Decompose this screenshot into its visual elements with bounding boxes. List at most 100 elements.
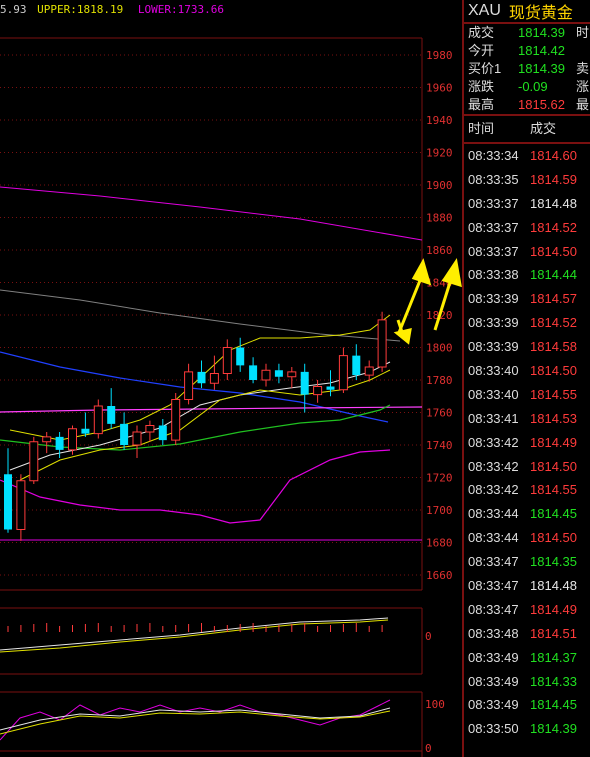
candle <box>4 448 12 533</box>
candle-body <box>236 347 245 366</box>
candle-body <box>29 441 39 482</box>
tick-row[interactable]: 08:33:44 1814.50 <box>464 526 590 550</box>
quote-label: 今开 <box>468 43 495 58</box>
candle <box>107 388 116 429</box>
candle-body <box>132 431 142 446</box>
tick-row[interactable]: 08:33:37 1814.50 <box>464 240 590 264</box>
tick-row[interactable]: 08:33:47 1814.48 <box>464 574 590 598</box>
tick-row[interactable]: 08:33:41 1814.53 <box>464 407 590 431</box>
tick-time: 08:33:47 <box>468 601 519 617</box>
candles-group <box>4 311 387 541</box>
tick-row[interactable]: 08:33:39 1814.57 <box>464 287 590 311</box>
candle <box>287 367 297 389</box>
candle <box>120 412 129 450</box>
tick-price: 1814.50 <box>530 243 577 259</box>
kdj-d-line <box>0 710 391 735</box>
kline-chart-area[interactable]: 5.93 UPPER:1818.19 LOWER:1733.66 1980 196… <box>0 0 462 757</box>
quote-value: 1815.62 <box>518 97 565 112</box>
tick-row[interactable]: 08:33:38 1814.44 <box>464 263 590 287</box>
tick-price: 1814.52 <box>530 219 577 235</box>
tick-header-price: 成交 <box>530 121 557 136</box>
candle-body <box>222 347 232 374</box>
price-axis-label: 1940 <box>426 114 453 127</box>
tick-row[interactable]: 08:33:48 1814.51 <box>464 622 590 646</box>
candle <box>236 337 245 372</box>
tick-price: 1814.33 <box>530 673 577 689</box>
price-axis-label: 1860 <box>426 244 453 257</box>
tick-row[interactable]: 08:33:49 1814.45 <box>464 693 590 717</box>
quote-label: 买价1 <box>468 61 502 76</box>
tick-row[interactable]: 08:33:34 1814.60 <box>464 144 590 168</box>
quote-label: 最高 <box>468 97 495 112</box>
tick-row[interactable]: 08:33:44 1814.45 <box>464 502 590 526</box>
tick-row[interactable]: 08:33:39 1814.58 <box>464 335 590 359</box>
tick-row[interactable]: 08:33:40 1814.50 <box>464 359 590 383</box>
tick-price: 1814.59 <box>530 171 577 187</box>
tick-row[interactable]: 08:33:49 1814.33 <box>464 670 590 694</box>
symbol-name: 现货黄金 <box>508 5 573 22</box>
candle-body <box>16 480 26 530</box>
tick-row[interactable]: 08:33:47 1814.49 <box>464 598 590 622</box>
tick-row[interactable]: 08:33:49 1814.37 <box>464 646 590 670</box>
price-axis-label: 1720 <box>426 472 453 485</box>
tick-row[interactable]: 08:33:50 1814.39 <box>464 717 590 741</box>
candle <box>158 419 167 445</box>
candle-body <box>300 371 309 395</box>
price-axis-label: 1700 <box>426 504 453 517</box>
tick-row[interactable]: 08:33:37 1814.48 <box>464 192 590 216</box>
candle <box>132 425 142 458</box>
symbol-code: XAU <box>468 2 501 19</box>
candle-body <box>377 319 387 368</box>
tick-time: 08:33:39 <box>468 315 519 331</box>
tick-time: 08:33:37 <box>468 219 519 235</box>
price-gridlines <box>0 54 422 576</box>
tick-list[interactable]: 08:33:34 1814.60 08:33:35 1814.59 08:33:37 18… <box>464 144 590 741</box>
tick-row[interactable]: 08:33:47 1814.35 <box>464 550 590 574</box>
tick-time: 08:33:49 <box>468 697 519 713</box>
tick-price: 1814.48 <box>530 578 577 594</box>
tick-price: 1814.49 <box>530 434 577 450</box>
candle <box>184 363 194 405</box>
tick-row[interactable]: 08:33:35 1814.59 <box>464 168 590 192</box>
quote-row: 买价1 1814.39 卖 <box>464 60 590 78</box>
tick-table-header: 时间 成交 <box>464 116 590 142</box>
macd-dea-line <box>0 619 389 653</box>
tick-row[interactable]: 08:33:42 1814.49 <box>464 431 590 455</box>
quote-extra-label: 卖 <box>576 61 590 76</box>
tick-row[interactable]: 08:33:40 1814.55 <box>464 383 590 407</box>
tick-price: 1814.48 <box>530 195 577 211</box>
candle-body <box>158 425 167 441</box>
tick-time: 08:33:38 <box>468 267 519 283</box>
tick-time: 08:33:42 <box>468 482 519 498</box>
quote-value: -0.09 <box>518 79 548 94</box>
quote-value: 1814.42 <box>518 43 565 58</box>
quote-value: 1814.39 <box>518 61 565 76</box>
price-axis-label: 1900 <box>426 179 453 192</box>
quote-summary: 成交 1814.39 时今开 1814.42 买价1 1814.39 卖涨跌 -0.09 涨最高… <box>464 24 590 114</box>
tick-time: 08:33:35 <box>468 171 519 187</box>
symbol-header: XAU 现货黄金 <box>464 0 590 22</box>
quote-row: 涨跌 -0.09 涨 <box>464 78 590 96</box>
candle-body <box>120 423 129 445</box>
candle <box>209 355 219 390</box>
tick-row[interactable]: 08:33:42 1814.55 <box>464 478 590 502</box>
tick-price: 1814.55 <box>530 482 577 498</box>
tick-price: 1814.52 <box>530 315 577 331</box>
tick-price: 1814.57 <box>530 291 577 307</box>
candle <box>145 420 155 442</box>
tick-row[interactable]: 08:33:42 1814.50 <box>464 455 590 479</box>
price-axis-label: 1660 <box>426 569 453 582</box>
tick-row[interactable]: 08:33:39 1814.52 <box>464 311 590 335</box>
candle-body <box>42 436 52 443</box>
annotation-arrows <box>393 258 462 345</box>
candle-body <box>107 406 116 424</box>
candle-body <box>352 355 361 376</box>
candle-body <box>171 399 181 441</box>
tick-time: 08:33:47 <box>468 554 519 570</box>
tick-row[interactable]: 08:33:37 1814.52 <box>464 216 590 240</box>
tick-price: 1814.50 <box>530 530 577 546</box>
tick-price: 1814.58 <box>530 339 577 355</box>
candle <box>300 363 309 413</box>
candle-body <box>364 366 374 376</box>
arrow-up-left-shaft <box>396 272 425 336</box>
